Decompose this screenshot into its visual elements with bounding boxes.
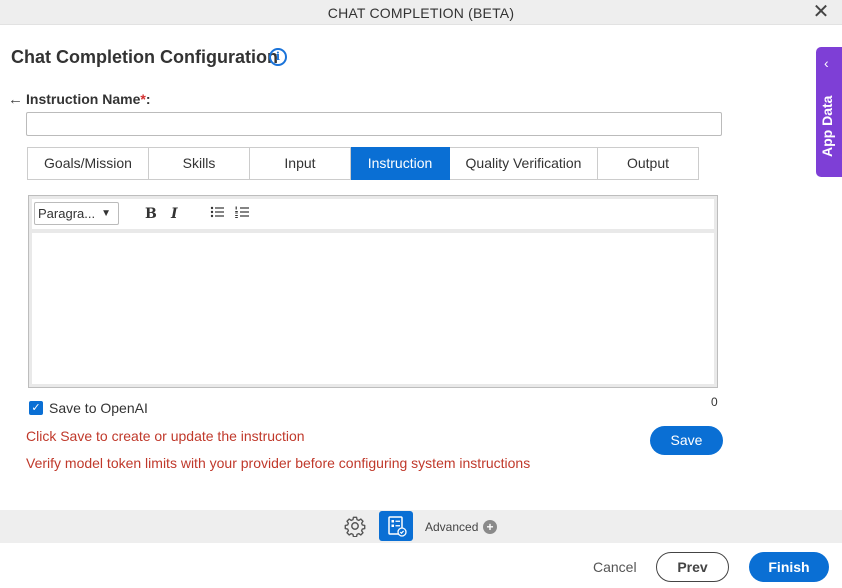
advanced-toggle[interactable]: Advanced — [425, 520, 478, 534]
save-button[interactable]: Save — [650, 426, 723, 455]
instruction-name-label: Instruction Name*: — [26, 91, 151, 107]
paragraph-format-select[interactable]: Paragra... ▼ — [34, 202, 119, 225]
info-icon[interactable]: i — [269, 48, 287, 66]
save-to-openai-label: Save to OpenAI — [49, 400, 148, 416]
app-data-label: App Data — [819, 95, 835, 157]
editor-toolbar: Paragra... ▼ B I — [32, 199, 714, 229]
page-title: Chat Completion Configuration — [11, 47, 278, 67]
finish-button[interactable]: Finish — [749, 552, 829, 582]
dropdown-caret-icon: ▼ — [101, 208, 111, 219]
bottom-toolbar: Advanced + — [0, 510, 842, 543]
editor-content-area[interactable] — [32, 233, 714, 384]
token-warning-message: Verify model token limits with your prov… — [26, 455, 531, 471]
tab-strip: Goals/Mission Skills Input Instruction Q… — [27, 147, 699, 180]
prev-button[interactable]: Prev — [656, 552, 729, 582]
chevron-left-icon: ‹ — [824, 55, 829, 71]
instruction-name-input[interactable] — [26, 112, 722, 136]
save-to-openai-checkbox[interactable]: ✓ — [29, 401, 43, 415]
form-settings-icon[interactable] — [379, 511, 413, 541]
bold-button[interactable]: B — [145, 206, 157, 222]
gear-icon[interactable] — [344, 515, 366, 538]
plus-circle-icon[interactable]: + — [483, 520, 497, 534]
tab-skills[interactable]: Skills — [149, 147, 250, 180]
rich-text-editor: Paragra... ▼ B I — [28, 195, 718, 388]
back-arrow-icon[interactable]: ← — [8, 91, 23, 108]
cancel-button[interactable]: Cancel — [593, 559, 637, 575]
tab-goals-mission[interactable]: Goals/Mission — [27, 147, 149, 180]
character-count: 0 — [711, 395, 718, 409]
tab-instruction[interactable]: Instruction — [351, 147, 450, 180]
tab-input[interactable]: Input — [250, 147, 351, 180]
title-bar: CHAT COMPLETION (BETA) ✕ — [0, 0, 842, 25]
app-data-panel-toggle[interactable]: ‹ App Data — [816, 47, 842, 177]
numbered-list-icon[interactable] — [235, 205, 249, 222]
bullet-list-icon[interactable] — [210, 205, 224, 222]
tab-quality-verification[interactable]: Quality Verification — [450, 147, 598, 180]
window-title: CHAT COMPLETION (BETA) — [327, 5, 515, 21]
close-icon[interactable]: ✕ — [811, 2, 831, 22]
save-hint-message: Click Save to create or update the instr… — [26, 428, 305, 444]
check-icon: ✓ — [31, 402, 41, 414]
tab-output[interactable]: Output — [598, 147, 699, 180]
italic-button[interactable]: I — [171, 206, 178, 222]
